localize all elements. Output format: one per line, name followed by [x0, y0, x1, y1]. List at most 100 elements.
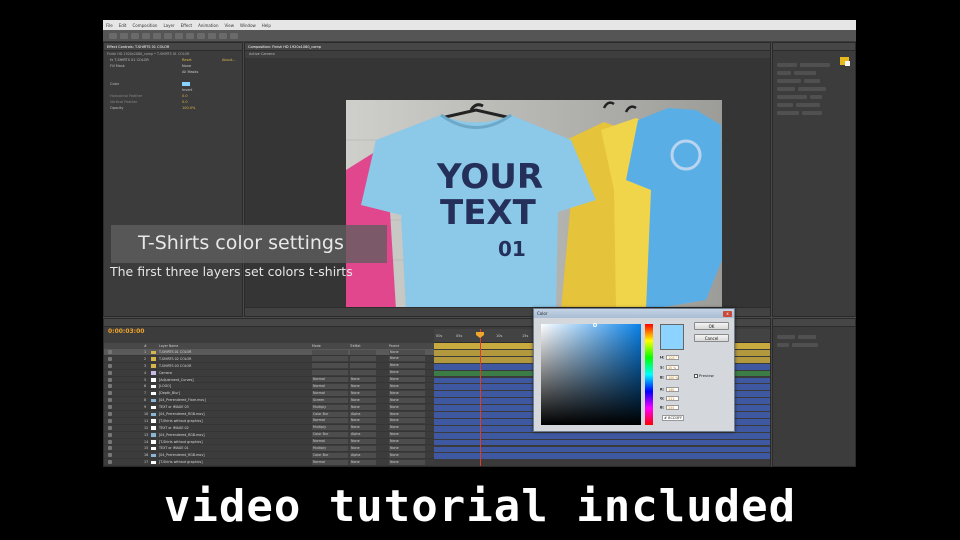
visibility-eye-icon[interactable]: [108, 446, 112, 451]
blue-field[interactable]: B: 255: [660, 405, 680, 411]
tab-composition[interactable]: Composition: Finish HD 1920x1080_comp: [248, 45, 321, 49]
checkbox-icon[interactable]: [694, 374, 698, 378]
parent-select[interactable]: None: [389, 383, 425, 389]
pen-tool-icon[interactable]: [186, 32, 194, 39]
track-matte-select[interactable]: [350, 370, 376, 376]
label-color-chip[interactable]: [151, 440, 156, 444]
horizontal-feather-value[interactable]: 0.0: [182, 94, 188, 98]
layer-name[interactable]: T-SHIRTS 01 COLOR: [159, 349, 191, 355]
visibility-eye-icon[interactable]: [108, 350, 112, 354]
track-matte-select[interactable]: None: [350, 418, 376, 424]
cancel-button[interactable]: Cancel: [694, 334, 729, 342]
preview-checkbox[interactable]: Preview: [694, 373, 714, 378]
parent-select[interactable]: None: [389, 459, 425, 465]
composition-canvas[interactable]: YOUR TEXT 01: [346, 100, 722, 310]
blend-mode-select[interactable]: Normal: [312, 459, 348, 465]
pan-tool-icon[interactable]: [164, 32, 172, 39]
menu-view[interactable]: View: [225, 23, 235, 28]
track-matte-select[interactable]: None: [350, 397, 376, 403]
hue-slider[interactable]: [645, 324, 653, 425]
rotate-tool-icon[interactable]: [142, 32, 150, 39]
blend-mode-select[interactable]: Normal: [312, 439, 348, 445]
field-value[interactable]: 211: [666, 396, 680, 401]
brush-tool-icon[interactable]: [208, 32, 216, 39]
visibility-eye-icon[interactable]: [108, 370, 112, 375]
current-timecode[interactable]: 0:00:03:00: [108, 328, 144, 335]
saturation-brightness-field[interactable]: [541, 323, 641, 425]
track-matte-select[interactable]: None: [350, 390, 376, 396]
layer-row[interactable]: 6 [LOGO] Normal None None: [104, 383, 434, 391]
layer-name[interactable]: [Depth_Blur]: [159, 390, 180, 396]
blend-mode-select[interactable]: Normal: [312, 377, 348, 383]
blend-mode-select[interactable]: Color Bur: [312, 432, 348, 438]
menu-layer[interactable]: Layer: [163, 23, 174, 28]
label-color-chip[interactable]: [151, 453, 156, 458]
layer-row[interactable]: 15 TEXT or IMAGE 01 Multiply None None: [104, 445, 434, 453]
blend-mode-select[interactable]: Multiply: [312, 445, 348, 451]
menu-composition[interactable]: Composition: [132, 23, 157, 28]
parent-select[interactable]: None: [389, 418, 425, 424]
track-matte-select[interactable]: None: [350, 377, 376, 383]
saturation-field[interactable]: S: 45 %: [660, 365, 680, 371]
label-color-chip[interactable]: [151, 398, 156, 403]
visibility-eye-icon[interactable]: [108, 432, 112, 437]
layer-duration-bar[interactable]: [434, 439, 770, 446]
menu-file[interactable]: File: [106, 23, 113, 28]
current-time-indicator[interactable]: [480, 329, 481, 466]
blend-mode-select[interactable]: Color Bur: [312, 452, 348, 458]
parent-select[interactable]: None: [389, 452, 425, 458]
label-color-chip[interactable]: [151, 350, 156, 354]
menu-edit[interactable]: Edit: [119, 23, 127, 28]
label-color-chip[interactable]: [151, 384, 156, 389]
parent-select[interactable]: None: [389, 425, 425, 431]
selection-tool-icon[interactable]: [109, 32, 117, 39]
layer-row[interactable]: 8 [04_Prerendered_Flare.mov] Screen None Non…: [104, 397, 434, 405]
layer-row[interactable]: 1 T-SHIRTS 01 COLOR None: [104, 349, 434, 356]
layer-row[interactable]: 5 [Adjustment_Curves] Normal None None: [104, 377, 434, 384]
about-link[interactable]: About...: [222, 58, 236, 62]
track-matte-select[interactable]: None: [350, 404, 376, 410]
hex-field[interactable]: # 8CD3FF: [662, 415, 684, 421]
blend-mode-select[interactable]: Normal: [312, 390, 348, 396]
zoom-tool-icon[interactable]: [131, 32, 139, 39]
visibility-eye-icon[interactable]: [108, 460, 112, 465]
layer-name[interactable]: TEXT or IMAGE 02: [159, 425, 189, 431]
label-color-chip[interactable]: [151, 391, 156, 396]
track-matte-select[interactable]: Alpha: [350, 432, 376, 438]
menu-help[interactable]: Help: [262, 23, 271, 28]
label-color-chip[interactable]: [151, 357, 156, 361]
parent-select[interactable]: None: [389, 404, 425, 410]
layer-name[interactable]: [04_Prerendered_RGB.mov]: [159, 432, 205, 438]
layer-row[interactable]: 10 [04_Prerendered_RGB.mov] Color Bur Alpha…: [104, 411, 434, 418]
track-matte-select[interactable]: None: [350, 439, 376, 445]
blend-mode-select[interactable]: Color Bur: [312, 411, 348, 417]
parent-select[interactable]: None: [389, 349, 425, 355]
opacity-value[interactable]: 100.0%: [182, 106, 195, 110]
parent-select[interactable]: None: [389, 370, 425, 376]
track-matte-select[interactable]: Alpha: [350, 452, 376, 458]
layer-row[interactable]: 7 [Depth_Blur] Normal None None: [104, 390, 434, 398]
layer-name[interactable]: T-SHIRTS 03 COLOR: [159, 363, 191, 369]
menu-animation[interactable]: Animation: [198, 23, 218, 28]
layer-row[interactable]: 14 [T-Shirts without graphics] Normal None N…: [104, 439, 434, 446]
layer-row[interactable]: 12 TEXT or IMAGE 02 Multiply None None: [104, 425, 434, 432]
blend-mode-select[interactable]: [312, 363, 348, 369]
layer-name[interactable]: [LOGO]: [159, 383, 171, 389]
label-color-chip[interactable]: [151, 419, 156, 423]
layer-row[interactable]: 11 [T-Shirts without graphics] Normal None N…: [104, 418, 434, 425]
layer-name[interactable]: TEXT or IMAGE 01: [159, 445, 189, 451]
blend-mode-select[interactable]: [312, 356, 348, 362]
effect-row[interactable]: Opacity 100.0%: [104, 105, 242, 111]
layer-row[interactable]: 16 [04_Prerendered_RGB.mov] Color Bur Alpha…: [104, 452, 434, 460]
layer-name[interactable]: [04_Prerendered_Flare.mov]: [159, 397, 206, 403]
label-color-chip[interactable]: [151, 364, 156, 368]
label-color-chip[interactable]: [151, 412, 156, 417]
layer-row[interactable]: 4 Camera None: [104, 370, 434, 377]
parent-select[interactable]: None: [389, 377, 425, 383]
field-value[interactable]: 45 %: [666, 365, 680, 370]
green-field[interactable]: G: 211: [660, 396, 680, 402]
label-color-chip[interactable]: [151, 426, 156, 430]
track-matte-select[interactable]: None: [350, 459, 376, 465]
parent-select[interactable]: None: [389, 390, 425, 396]
fill-mask-select[interactable]: None: [182, 64, 191, 68]
